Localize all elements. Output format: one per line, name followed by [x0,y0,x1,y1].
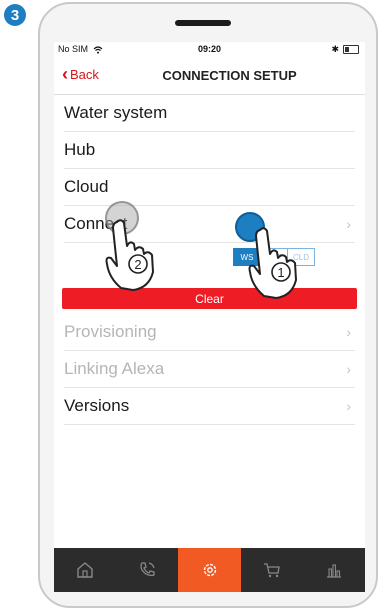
back-button[interactable]: ‹ Back [62,64,99,84]
bar-chart-icon [326,564,341,578]
chevron-right-icon: › [346,324,351,340]
chevron-right-icon: › [346,361,351,377]
page-title: CONNECTION SETUP [162,68,297,83]
bluetooth-icon: ✱ [331,44,339,54]
menu-item-hub[interactable]: Hub [64,132,355,169]
menu-item-versions[interactable]: Versions › [64,388,355,425]
pointing-hand-icon-1: 1 [248,227,297,299]
settings-gear-icon [203,563,216,577]
app-screen: No SIM 09:20 ✱ ‹ Back CONNECTION SETUP W… [54,42,365,592]
battery-icon [343,45,359,54]
navigation-bar: ‹ Back CONNECTION SETUP [54,56,365,95]
pointing-hand-icon-2: 2 [105,219,154,291]
phone-speaker [175,20,231,26]
chevron-right-icon: › [346,398,351,414]
status-icons: ✱ [331,44,359,55]
menu-item-label: Linking Alexa [64,359,165,378]
home-icon [77,562,93,578]
tab-settings[interactable] [178,548,241,592]
menu-item-water-system[interactable]: Water system [64,95,355,132]
cart-icon [263,563,280,578]
tab-statistics[interactable] [303,548,365,592]
menu-item-label: Versions [64,396,130,415]
status-bar: No SIM 09:20 ✱ [54,42,365,56]
menu-item-linking-alexa[interactable]: Linking Alexa › [64,351,355,388]
step-number-badge: 3 [4,4,26,26]
tab-home[interactable] [54,548,116,592]
phone-icon [140,562,155,577]
clock: 09:20 [197,44,222,54]
menu-item-label: Provisioning [64,322,157,341]
gesture-step-2-label: 2 [134,257,141,272]
chevron-left-icon: ‹ [62,64,68,84]
menu-item-provisioning[interactable]: Provisioning › [64,314,355,351]
menu-item-cloud[interactable]: Cloud [64,169,355,206]
back-label: Back [70,67,99,82]
menu-item-label: Hub [64,140,96,159]
bottom-tab-bar [54,548,365,592]
tab-phone[interactable] [116,548,178,592]
tab-cart[interactable] [241,548,303,592]
chevron-right-icon: › [346,216,351,232]
menu-item-label: Water system [64,103,168,122]
menu-item-label: Cloud [64,177,109,196]
gesture-step-1-label: 1 [277,265,284,280]
